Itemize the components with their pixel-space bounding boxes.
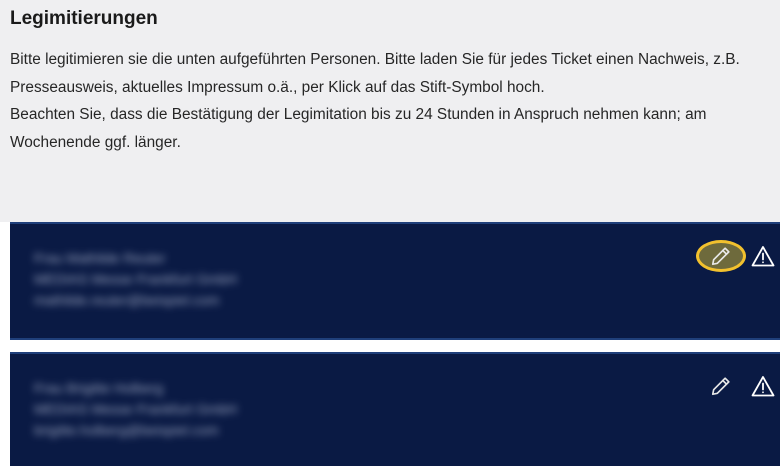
warning-button[interactable] <box>750 373 776 399</box>
person-email: brigitte.holberg@beispiel.com <box>34 422 219 438</box>
warning-button[interactable] <box>750 243 776 269</box>
edit-button[interactable] <box>696 370 746 402</box>
person-name: Frau Brigitte Holberg <box>34 380 164 396</box>
card-actions <box>696 370 776 402</box>
person-details: Frau Mathilde Reuter MEDIAS Messe Frankf… <box>34 248 237 311</box>
card-actions <box>696 240 776 272</box>
warning-triangle-icon <box>751 245 775 267</box>
pencil-icon <box>710 245 732 267</box>
edit-button[interactable] <box>696 240 746 272</box>
intro-paragraph-2: Beachten Sie, dass die Bestätigung der L… <box>10 106 707 151</box>
person-name: Frau Mathilde Reuter <box>34 250 166 266</box>
page-title: Legimitierungen <box>10 8 158 29</box>
intro-paragraph-1: Bitte legitimieren sie die unten aufgefü… <box>10 51 740 96</box>
person-details: Frau Brigitte Holberg MEDIAS Messe Frank… <box>34 378 237 441</box>
person-company: MEDIAS Messe Frankfurt GmbH <box>34 271 238 287</box>
person-card: Frau Brigitte Holberg MEDIAS Messe Frank… <box>10 352 780 466</box>
intro-text: Bitte legitimieren sie die unten aufgefü… <box>10 46 770 156</box>
person-email: mathilde.reuter@beispiel.com <box>34 292 220 308</box>
pencil-icon <box>710 375 732 397</box>
person-company: MEDIAS Messe Frankfurt GmbH <box>34 401 238 417</box>
legitimation-panel: Legimitierungen Bitte legitimieren sie d… <box>0 0 780 222</box>
warning-triangle-icon <box>751 375 775 397</box>
person-card: Frau Mathilde Reuter MEDIAS Messe Frankf… <box>10 222 780 340</box>
